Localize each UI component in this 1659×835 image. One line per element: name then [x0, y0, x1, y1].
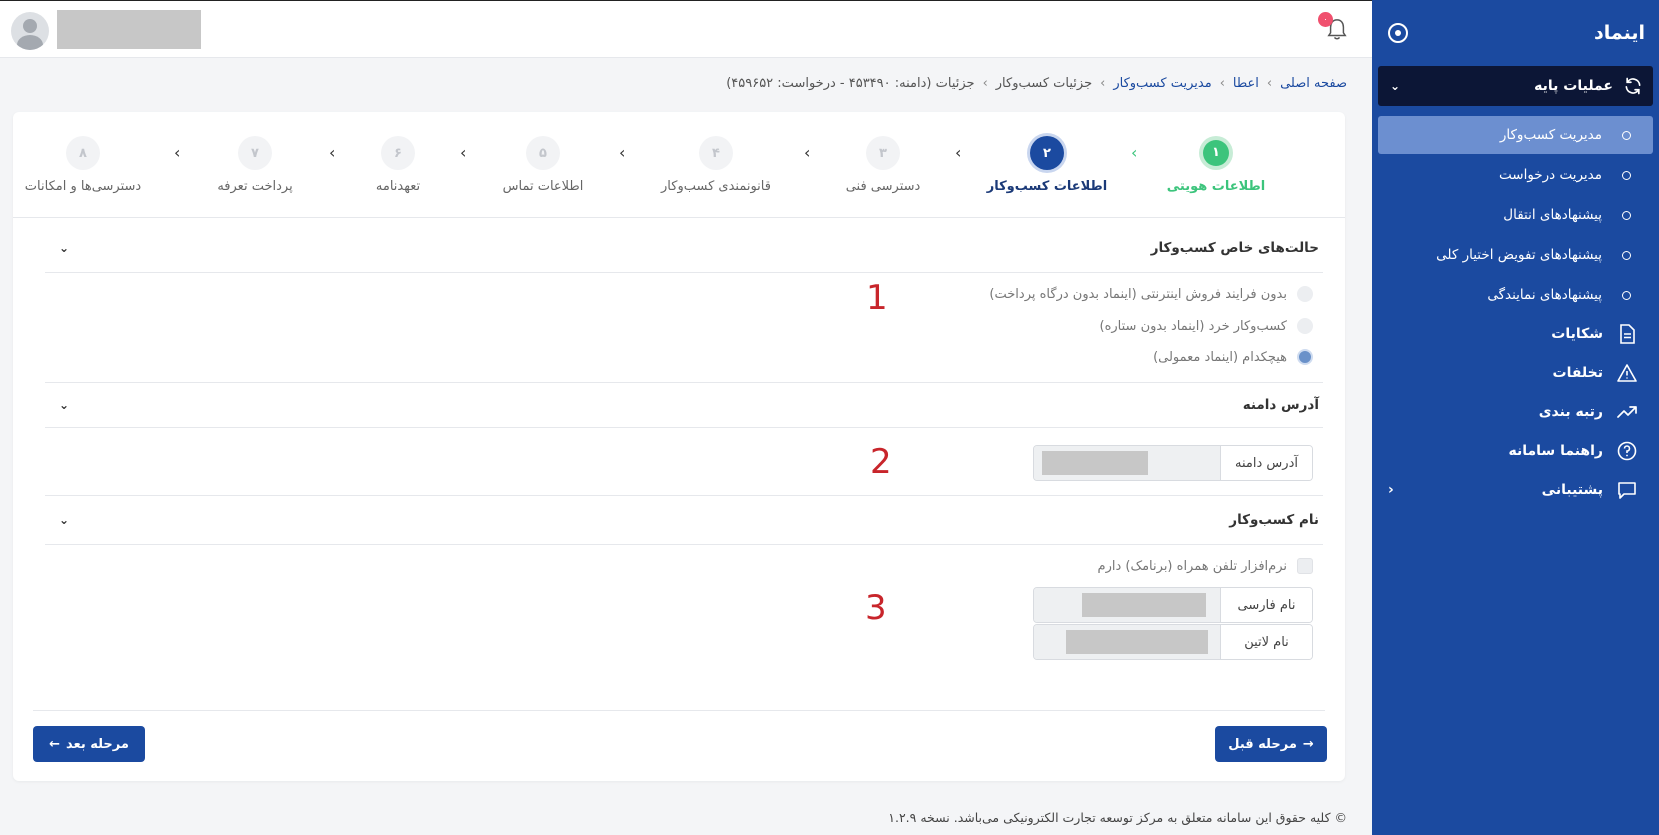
annotation-number: 2	[870, 442, 892, 482]
radio-micro-business[interactable]: کسب‌وکار خرد (اینماد بدون ستاره)	[1100, 318, 1313, 334]
breadcrumb-current: جزئیات (دامنه: ۴۵۳۴۹۰ - درخواست: ۴۵۹۶۵۲)	[726, 76, 975, 91]
step-contact-info[interactable]: ۵ اطلاعات تماس	[468, 136, 618, 194]
redacted-value	[1082, 593, 1206, 617]
sidebar-item-business-management[interactable]: مدیریت کسب‌وکار	[1378, 116, 1653, 154]
latin-name-input[interactable]	[1034, 625, 1220, 659]
breadcrumb-separator: ›	[1266, 76, 1273, 91]
section-special-modes-header[interactable]: حالت‌های خاص کسب‌وکار ⌄	[45, 223, 1323, 273]
persian-name-input[interactable]	[1034, 588, 1220, 622]
sidebar-item-ranking[interactable]: رتبه بندی	[1378, 392, 1653, 431]
brand-name: اینماد	[1593, 22, 1645, 44]
section-title: نام کسب‌وکار	[1229, 511, 1319, 528]
persian-name-label: نام فارسی	[1220, 588, 1312, 622]
chevron-left-icon: ‹	[174, 143, 181, 162]
notification-badge: ۰	[1318, 12, 1333, 27]
breadcrumb-separator: ›	[982, 76, 988, 91]
sidebar: اینماد عملیات پایه ⌄ مدیریت کسب‌وکار مدی…	[1372, 0, 1659, 835]
chevron-left-icon: ‹	[804, 143, 811, 162]
breadcrumb-grant[interactable]: اعطا	[1233, 76, 1259, 91]
step-technical-access[interactable]: ۳ دسترسی فنی	[808, 136, 958, 194]
breadcrumb-separator: ›	[1100, 76, 1106, 91]
help-circle-icon	[1617, 441, 1637, 460]
breadcrumb-separator: ›	[1219, 76, 1225, 91]
target-icon[interactable]	[1388, 23, 1408, 43]
step-identity-info[interactable]: ۱ اطلاعات هویتی	[1141, 136, 1291, 194]
arrow-right-icon: →	[1302, 736, 1314, 752]
divider	[33, 710, 1325, 711]
step-business-info[interactable]: ۲ اطلاعات کسب‌وکار	[972, 136, 1122, 194]
circle-bullet-icon	[1622, 250, 1631, 260]
trending-up-icon	[1617, 405, 1637, 418]
redacted-value	[1066, 630, 1208, 654]
next-step-button[interactable]: مرحله بعد ←	[33, 726, 145, 762]
user-name-redacted	[57, 10, 201, 49]
sidebar-group-basic-operations[interactable]: عملیات پایه ⌄	[1378, 66, 1653, 106]
top-header: ۰	[0, 0, 1372, 58]
domain-address-input[interactable]	[1034, 446, 1220, 480]
warning-icon	[1617, 363, 1637, 382]
chevron-left-icon: ‹	[619, 143, 626, 162]
redacted-value	[1042, 451, 1148, 475]
mobile-app-checkbox[interactable]	[1297, 558, 1313, 574]
business-details-card: ۱ اطلاعات هویتی ‹ ۲ اطلاعات کسب‌وکار ‹ ۳…	[13, 112, 1345, 781]
step-business-legality[interactable]: ۴ قانونمندی کسب‌وکار	[641, 136, 791, 194]
radio-none-regular[interactable]: هیچکدام (اینماد معمولی)	[1153, 349, 1313, 365]
annotation-number: 1	[866, 278, 888, 318]
mobile-app-checkbox-row[interactable]: نرم‌افزار تلفن همراه (برنامک) دارم	[1098, 558, 1313, 574]
domain-address-label: آدرس دامنه	[1220, 446, 1312, 480]
sidebar-item-request-management[interactable]: مدیریت درخواست	[1378, 156, 1653, 194]
section-business-name-header[interactable]: نام کسب‌وکار ⌄	[45, 495, 1323, 545]
latin-name-field: نام لاتین	[1033, 624, 1313, 660]
wizard-stepper: ۱ اطلاعات هویتی ‹ ۲ اطلاعات کسب‌وکار ‹ ۳…	[13, 112, 1345, 218]
chevron-down-icon: ⌄	[1390, 79, 1401, 93]
section-domain-header[interactable]: آدرس دامنه ⌄	[45, 382, 1323, 428]
sidebar-item-representation-offers[interactable]: پیشنهادهای نمایندگی	[1378, 276, 1653, 314]
circle-bullet-icon	[1622, 290, 1631, 300]
chat-icon	[1618, 481, 1636, 499]
chevron-down-icon: ⌄	[59, 240, 70, 255]
breadcrumb-home[interactable]: صفحه اصلی	[1280, 76, 1347, 91]
previous-step-button[interactable]: → مرحله قبل	[1215, 726, 1327, 762]
circle-bullet-icon	[1622, 130, 1631, 140]
copyright-text: © کلیه حقوق این سامانه متعلق به مرکز توس…	[888, 810, 1347, 825]
refresh-icon	[1625, 77, 1641, 95]
chevron-down-icon: ⌄	[59, 512, 70, 527]
section-title: آدرس دامنه	[1242, 396, 1319, 413]
latin-name-label: نام لاتین	[1220, 625, 1312, 659]
user-avatar[interactable]	[11, 12, 49, 50]
section-title: حالت‌های خاص کسب‌وکار	[1150, 239, 1319, 256]
sidebar-item-system-help[interactable]: راهنما سامانه	[1378, 431, 1653, 470]
breadcrumb-business-management[interactable]: مدیریت کسب‌وکار	[1113, 76, 1211, 91]
sidebar-item-transfer-offers[interactable]: پیشنهادهای انتقال	[1378, 196, 1653, 234]
persian-name-field: نام فارسی	[1033, 587, 1313, 623]
chevron-left-icon: ‹	[1131, 143, 1138, 162]
step-commitment[interactable]: ۶ تعهدنامه	[323, 136, 473, 194]
sidebar-item-delegation-offers[interactable]: پیشنهادهای تفویض اختیار کلی	[1378, 236, 1653, 274]
sidebar-item-complaints[interactable]: شکایات	[1378, 314, 1653, 353]
breadcrumb: صفحه اصلی › اعطا › مدیریت کسب‌وکار › جزئ…	[726, 76, 1347, 91]
annotation-number: 3	[865, 588, 887, 628]
chevron-left-icon: ‹	[1388, 481, 1394, 498]
circle-bullet-icon	[1622, 170, 1631, 180]
radio-circle-selected[interactable]	[1297, 349, 1313, 365]
breadcrumb-business-details[interactable]: جزئیات کسب‌وکار	[996, 76, 1092, 91]
chevron-down-icon: ⌄	[59, 397, 70, 412]
document-icon	[1620, 323, 1635, 344]
radio-circle[interactable]	[1297, 318, 1313, 334]
radio-circle[interactable]	[1297, 286, 1313, 302]
step-access-features[interactable]: ۸ دسترسی‌ها و امکانات	[8, 136, 158, 194]
sidebar-item-support[interactable]: پشتیبانی ‹	[1378, 470, 1653, 509]
circle-bullet-icon	[1622, 210, 1631, 220]
step-tariff-payment[interactable]: ۷ پرداخت تعرفه	[180, 136, 330, 194]
sidebar-item-violations[interactable]: تخلفات	[1378, 353, 1653, 392]
arrow-left-icon: ←	[49, 736, 60, 752]
domain-address-field: آدرس دامنه	[1033, 445, 1313, 481]
radio-no-online-sales[interactable]: بدون فرایند فروش اینترنتی (اینماد بدون د…	[989, 286, 1313, 302]
